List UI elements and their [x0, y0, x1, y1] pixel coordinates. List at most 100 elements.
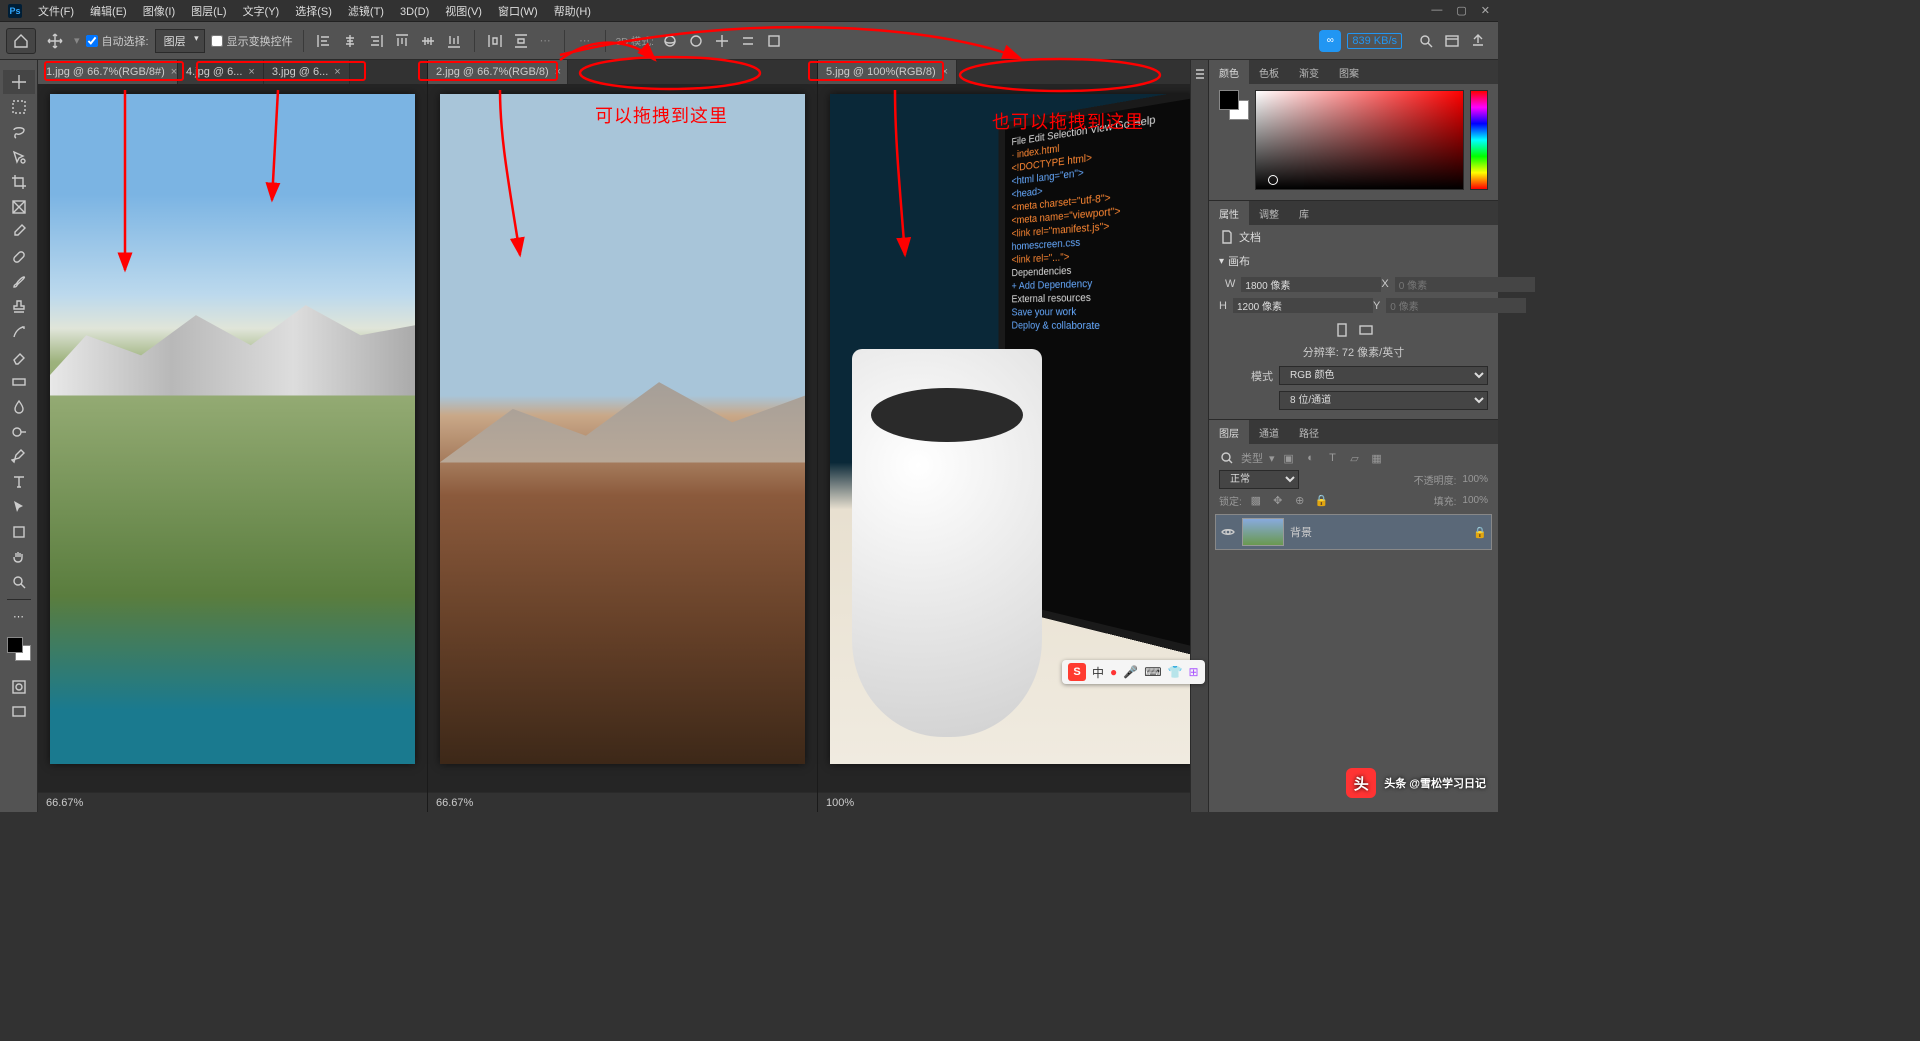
eyedropper-tool[interactable] [3, 220, 35, 244]
share-icon[interactable] [1470, 33, 1486, 49]
tab-libraries[interactable]: 库 [1289, 201, 1319, 225]
document-tab[interactable]: 5.jpg @ 100%(RGB/8)× [818, 60, 957, 84]
visibility-icon[interactable] [1220, 524, 1236, 540]
menu-窗口(W)[interactable]: 窗口(W) [490, 6, 546, 18]
bit-depth-select[interactable]: 8 位/通道 [1279, 391, 1488, 410]
search-icon[interactable] [1219, 450, 1235, 466]
close-tab-icon[interactable]: × [248, 66, 254, 78]
tab-layers[interactable]: 图层 [1209, 420, 1249, 444]
menu-文字(Y)[interactable]: 文字(Y) [235, 6, 288, 18]
close-tab-icon[interactable]: × [334, 66, 340, 78]
canvas-2[interactable] [428, 84, 817, 792]
dodge-tool[interactable] [3, 420, 35, 444]
filter-adjust-icon[interactable]: ◐ [1303, 452, 1319, 464]
minimize-button[interactable]: — [1431, 4, 1442, 17]
align-center-h-icon[interactable] [340, 31, 360, 51]
menu-视图(V)[interactable]: 视图(V) [437, 6, 490, 18]
opacity-value[interactable]: 100% [1462, 474, 1488, 485]
stamp-tool[interactable] [3, 295, 35, 319]
filter-shape-icon[interactable]: ▱ [1347, 452, 1363, 465]
close-button[interactable]: ✕ [1481, 4, 1490, 17]
panel-collapse-strip[interactable] [1190, 60, 1208, 812]
hand-tool[interactable] [3, 545, 35, 569]
marquee-tool[interactable] [3, 95, 35, 119]
document-tab[interactable]: 1.jpg @ 66.7%(RGB/8#)× [38, 60, 178, 84]
menu-滤镜(T)[interactable]: 滤镜(T) [340, 6, 392, 18]
blur-tool[interactable] [3, 395, 35, 419]
type-tool[interactable] [3, 470, 35, 494]
menu-文件(F)[interactable]: 文件(F) [30, 6, 82, 18]
color-swap[interactable] [1219, 90, 1249, 120]
document-tab[interactable]: 2.jpg @ 66.7%(RGB/8)× [428, 60, 568, 84]
3d-slide-icon[interactable] [738, 31, 758, 51]
tab-gradients[interactable]: 渐变 [1289, 60, 1329, 84]
tab-paths[interactable]: 路径 [1289, 420, 1329, 444]
layer-background[interactable]: 背景 🔒 [1215, 514, 1492, 550]
menu-选择(S)[interactable]: 选择(S) [287, 6, 340, 18]
tab-swatches[interactable]: 色板 [1249, 60, 1289, 84]
fill-value[interactable]: 100% [1462, 495, 1488, 506]
menu-图像(I)[interactable]: 图像(I) [135, 6, 183, 18]
filter-smart-icon[interactable]: ▦ [1369, 452, 1385, 465]
distribute-h-icon[interactable] [485, 31, 505, 51]
move-tool[interactable] [3, 70, 35, 94]
document-tab[interactable]: 4.jpg @ 6...× [178, 60, 264, 84]
lasso-tool[interactable] [3, 120, 35, 144]
lock-pixels-icon[interactable]: ▩ [1248, 494, 1264, 507]
menu-帮助(H)[interactable]: 帮助(H) [546, 6, 599, 18]
landscape-icon[interactable] [1358, 322, 1374, 338]
maximize-button[interactable]: ▢ [1456, 4, 1466, 17]
color-swatch[interactable] [7, 637, 31, 661]
healing-tool[interactable] [3, 245, 35, 269]
home-button[interactable] [6, 28, 36, 54]
close-tab-icon[interactable]: × [942, 66, 948, 78]
screen-mode-tool[interactable] [3, 700, 35, 724]
eraser-tool[interactable] [3, 345, 35, 369]
filter-type-icon[interactable]: T [1325, 452, 1341, 464]
align-middle-v-icon[interactable] [418, 31, 438, 51]
blend-mode-select[interactable]: 正常 [1219, 470, 1299, 489]
portrait-icon[interactable] [1334, 322, 1350, 338]
layer-mode-select[interactable]: 图层 [155, 29, 205, 53]
canvas-section[interactable]: ▾ 画布 [1209, 249, 1498, 273]
more-icon[interactable]: ⋯ [575, 31, 595, 51]
tab-properties[interactable]: 属性 [1209, 201, 1249, 225]
3d-orbit-icon[interactable] [660, 31, 680, 51]
pen-tool[interactable] [3, 445, 35, 469]
quick-select-tool[interactable] [3, 145, 35, 169]
align-right-icon[interactable] [366, 31, 386, 51]
3d-scale-icon[interactable] [764, 31, 784, 51]
tab-channels[interactable]: 通道 [1249, 420, 1289, 444]
close-tab-icon[interactable]: × [555, 66, 561, 78]
canvas-3[interactable]: File Edit Selection View Go Help · index… [818, 84, 1207, 792]
menu-3D(D)[interactable]: 3D(D) [392, 6, 437, 18]
crop-tool[interactable] [3, 170, 35, 194]
gradient-tool[interactable] [3, 370, 35, 394]
tab-patterns[interactable]: 图案 [1329, 60, 1369, 84]
tab-color[interactable]: 颜色 [1209, 60, 1249, 84]
menu-编辑(E)[interactable]: 编辑(E) [82, 6, 135, 18]
width-input[interactable] [1241, 277, 1381, 292]
document-tab[interactable]: 3.jpg @ 6...× [264, 60, 350, 84]
shape-tool[interactable] [3, 520, 35, 544]
align-top-icon[interactable] [392, 31, 412, 51]
history-brush-tool[interactable] [3, 320, 35, 344]
auto-select-checkbox[interactable]: 自动选择: [86, 33, 149, 49]
lock-all-icon[interactable]: 🔒 [1314, 494, 1330, 507]
brush-tool[interactable] [3, 270, 35, 294]
ime-toolbar[interactable]: S 中 ● 🎤 ⌨ 👕 ⊞ [1062, 660, 1205, 684]
cloud-sync-icon[interactable]: ∞ [1319, 30, 1341, 52]
quick-mask-tool[interactable] [3, 675, 35, 699]
lock-position-icon[interactable]: ✥ [1270, 494, 1286, 507]
3d-roll-icon[interactable] [686, 31, 706, 51]
height-input[interactable] [1233, 298, 1373, 313]
3d-pan-icon[interactable] [712, 31, 732, 51]
color-mode-select[interactable]: RGB 颜色 [1279, 366, 1488, 385]
path-select-tool[interactable] [3, 495, 35, 519]
lock-artboard-icon[interactable]: ⊕ [1292, 494, 1308, 507]
frame-tool[interactable] [3, 195, 35, 219]
hue-slider[interactable] [1470, 90, 1488, 190]
search-icon[interactable] [1418, 33, 1434, 49]
canvas-1[interactable] [38, 84, 427, 792]
filter-image-icon[interactable]: ▣ [1281, 452, 1297, 465]
